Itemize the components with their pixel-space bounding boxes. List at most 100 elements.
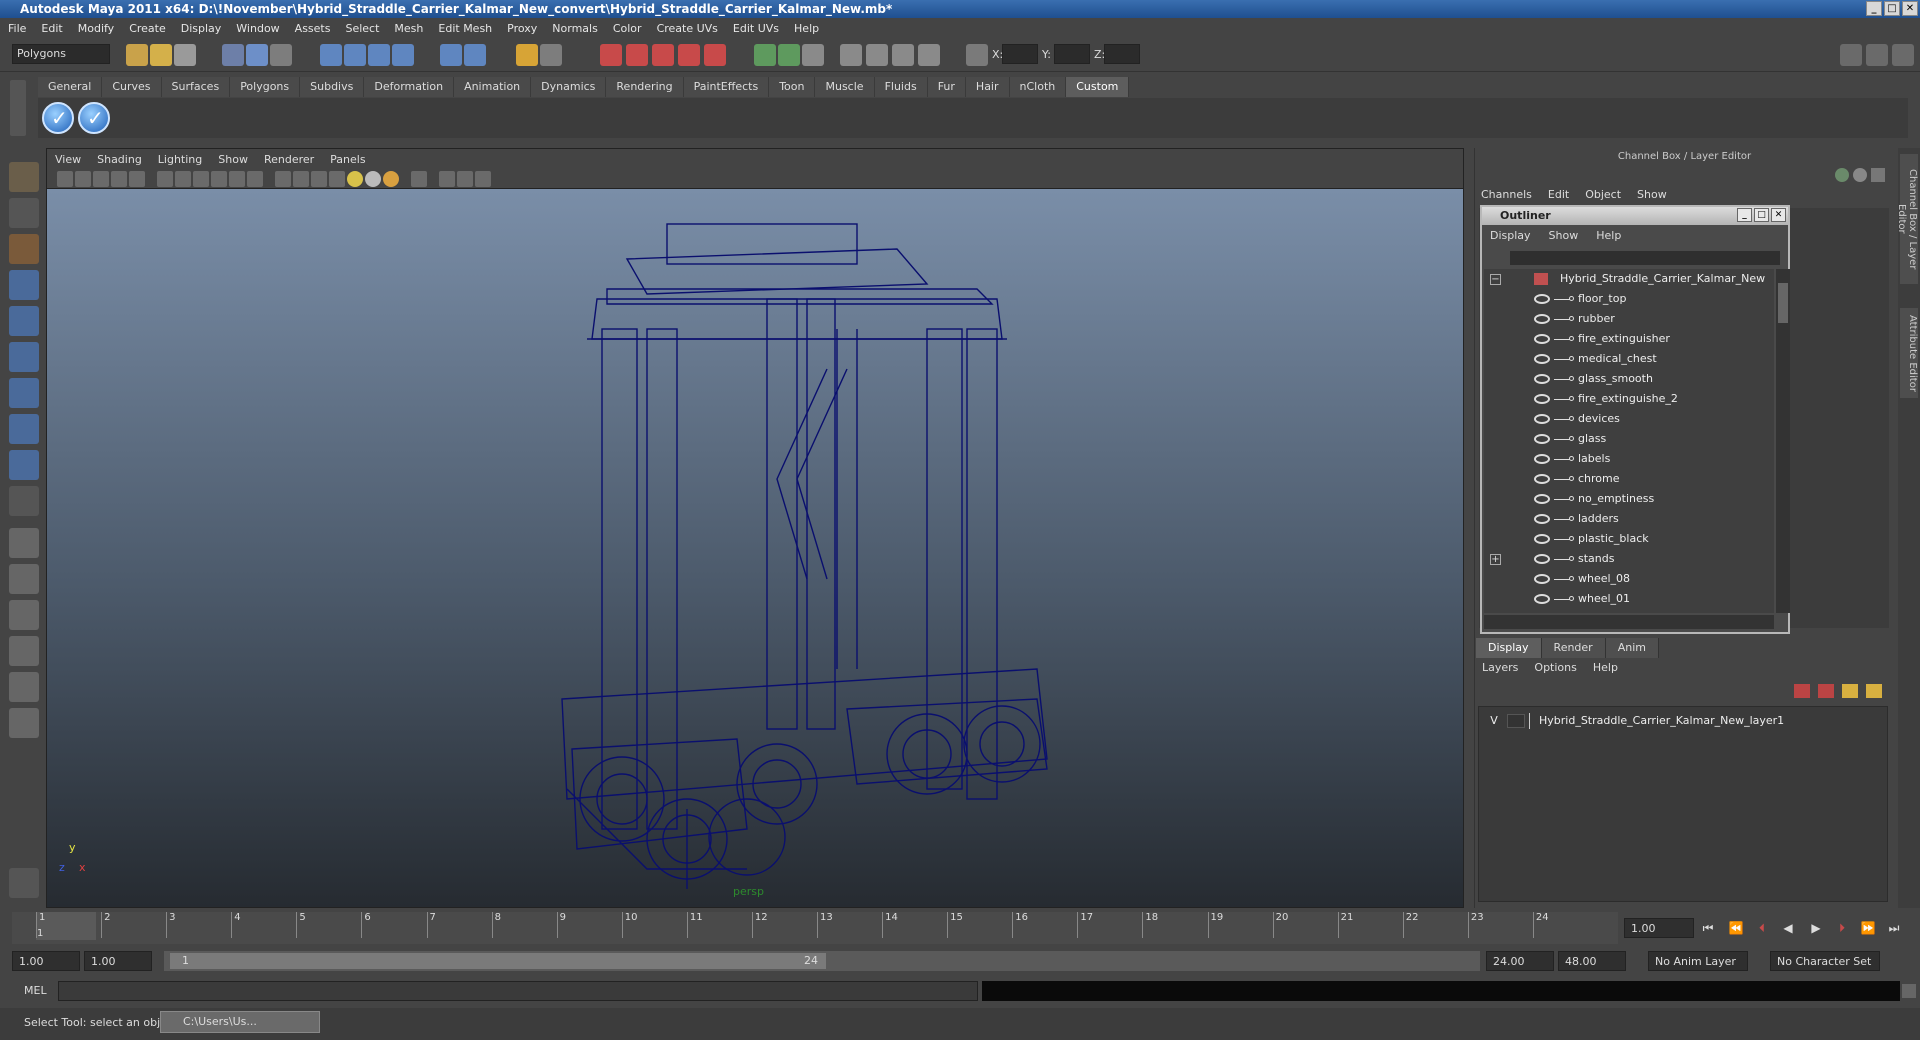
viewport-menu-shading[interactable]: Shading (97, 153, 142, 166)
menu-color[interactable]: Color (613, 22, 642, 35)
shelf-tab-hair[interactable]: Hair (965, 77, 1010, 97)
gate-mask-icon[interactable] (193, 171, 209, 187)
soft-modification-icon[interactable] (9, 414, 39, 444)
layer-options-menu[interactable]: Options (1534, 661, 1576, 674)
custom-shelf-check-icon-2[interactable] (78, 102, 110, 134)
character-set-selector[interactable]: No Character Set (1770, 951, 1880, 971)
hud-icon[interactable] (475, 171, 491, 187)
shelf-tab-painteffects[interactable]: PaintEffects (683, 77, 770, 97)
list-item[interactable]: medical_chest (1484, 349, 1774, 369)
scale-tool-icon[interactable] (9, 342, 39, 372)
all-lights-icon[interactable] (365, 171, 381, 187)
shadows-icon[interactable] (383, 171, 399, 187)
show-tool-settings-icon[interactable] (1866, 44, 1888, 66)
select-hierarchy-icon[interactable] (222, 44, 244, 66)
wireframe-on-shaded-icon[interactable] (311, 171, 327, 187)
anim-end-field[interactable]: 48.00 (1558, 951, 1626, 971)
shelf-tab-curves[interactable]: Curves (102, 77, 162, 97)
tab-anim[interactable]: Anim (1605, 638, 1659, 658)
outliner-horizontal-scrollbar[interactable] (1484, 615, 1774, 629)
channel-edit-menu[interactable]: Edit (1548, 188, 1569, 201)
outliner-filter-field[interactable] (1510, 251, 1780, 265)
script-editor-icon[interactable] (802, 44, 824, 66)
list-item[interactable]: no_emptiness (1484, 489, 1774, 509)
list-item[interactable]: glass (1484, 429, 1774, 449)
outliner-display-menu[interactable]: Display (1490, 229, 1531, 242)
collapse-icon[interactable]: − (1490, 274, 1501, 285)
tab-render[interactable]: Render (1541, 638, 1606, 658)
shelf-tab-ncloth[interactable]: nCloth (1009, 77, 1067, 97)
safe-title-icon[interactable] (247, 171, 263, 187)
show-channel-box-icon[interactable] (1892, 44, 1914, 66)
shelf-tab-custom[interactable]: Custom (1066, 77, 1130, 97)
anim-start-field[interactable]: 1.00 (84, 951, 152, 971)
minimize-button[interactable]: _ (1866, 1, 1882, 16)
construction-history-icon[interactable] (540, 44, 562, 66)
list-item[interactable]: floor_top (1484, 289, 1774, 309)
move-tool-icon[interactable] (9, 270, 39, 300)
outliner-minimize-button[interactable]: _ (1737, 208, 1752, 222)
menu-display[interactable]: Display (181, 22, 222, 35)
shelf-tab-fluids[interactable]: Fluids (874, 77, 928, 97)
outliner-show-menu[interactable]: Show (1549, 229, 1579, 242)
layer-editor-icon[interactable] (918, 44, 940, 66)
persp-graph-layout-icon[interactable] (9, 636, 39, 666)
shelf-tab-polygons[interactable]: Polygons (230, 77, 301, 97)
viewport-menu-renderer[interactable]: Renderer (264, 153, 314, 166)
shelf-tab-deformation[interactable]: Deformation (364, 77, 455, 97)
snap-grid-icon[interactable] (320, 44, 342, 66)
viewport-menu-lighting[interactable]: Lighting (158, 153, 202, 166)
channels-menu[interactable]: Channels (1481, 188, 1532, 201)
rename-icon[interactable] (778, 44, 800, 66)
current-frame-field[interactable]: 1.00 (1624, 918, 1694, 938)
menu-edit-uvs[interactable]: Edit UVs (733, 22, 779, 35)
list-item[interactable]: devices (1484, 409, 1774, 429)
list-item[interactable]: plastic_black (1484, 529, 1774, 549)
grid-toggle-icon[interactable] (129, 171, 145, 187)
shelf-tab-subdivs[interactable]: Subdivs (300, 77, 365, 97)
attribute-editor-icon[interactable] (840, 44, 862, 66)
shelf-tab-animation[interactable]: Animation (454, 77, 532, 97)
snap-plane-icon[interactable] (392, 44, 414, 66)
camera-attributes-icon[interactable] (75, 171, 91, 187)
range-slider-handle[interactable]: 1 24 (170, 953, 826, 969)
persp-hypershade-layout-icon[interactable] (9, 672, 39, 702)
time-slider[interactable]: 1 1 2 3 4 5 6 7 8 9 10 11 12 13 14 15 16 17 18 19 20 21 22 23 2… (12, 912, 1618, 944)
viewport-menu-view[interactable]: View (55, 153, 81, 166)
xray-icon[interactable] (439, 171, 455, 187)
menu-assets[interactable]: Assets (295, 22, 331, 35)
command-language-label[interactable]: MEL (24, 984, 47, 997)
list-item[interactable]: + stands (1484, 549, 1774, 569)
viewport-menu-panels[interactable]: Panels (330, 153, 365, 166)
script-editor-button[interactable] (1902, 984, 1916, 998)
hypershade-icon[interactable] (678, 44, 700, 66)
shelf-tab-toon[interactable]: Toon (769, 77, 816, 97)
expand-icon[interactable]: + (1490, 554, 1501, 565)
default-light-icon[interactable] (347, 171, 363, 187)
new-layer-selected-icon[interactable] (1818, 684, 1834, 698)
menu-mesh[interactable]: Mesh (394, 22, 423, 35)
channel-key-icon[interactable] (1835, 168, 1849, 182)
start-time-field[interactable]: 1.00 (12, 951, 80, 971)
layer-row[interactable]: V Hybrid_Straddle_Carrier_Kalmar_New_lay… (1485, 711, 1875, 731)
select-tool-icon[interactable] (9, 162, 39, 192)
custom-shelf-check-icon[interactable] (42, 102, 74, 134)
list-item[interactable]: fire_extinguisher (1484, 329, 1774, 349)
select-component-icon[interactable] (270, 44, 292, 66)
layer-help-menu[interactable]: Help (1593, 661, 1618, 674)
layer-options-icon[interactable] (1842, 684, 1858, 698)
menu-edit-mesh[interactable]: Edit Mesh (438, 22, 492, 35)
xray-joints-icon[interactable] (457, 171, 473, 187)
outliner-scroll-thumb[interactable] (1778, 283, 1788, 323)
snap-point-icon[interactable] (368, 44, 390, 66)
persp-outliner-layout-icon[interactable] (9, 600, 39, 630)
step-back-frame-icon[interactable]: ⏴ (1754, 920, 1770, 936)
four-view-layout-icon[interactable] (9, 564, 39, 594)
layer-template-toggle[interactable] (1507, 714, 1525, 728)
shelf-tab-rendering[interactable]: Rendering (606, 77, 684, 97)
z-field[interactable] (1104, 44, 1140, 64)
shelf-tab-muscle[interactable]: Muscle (815, 77, 875, 97)
smooth-shade-icon[interactable] (293, 171, 309, 187)
tab-display[interactable]: Display (1476, 638, 1542, 658)
list-item[interactable]: rubber (1484, 309, 1774, 329)
